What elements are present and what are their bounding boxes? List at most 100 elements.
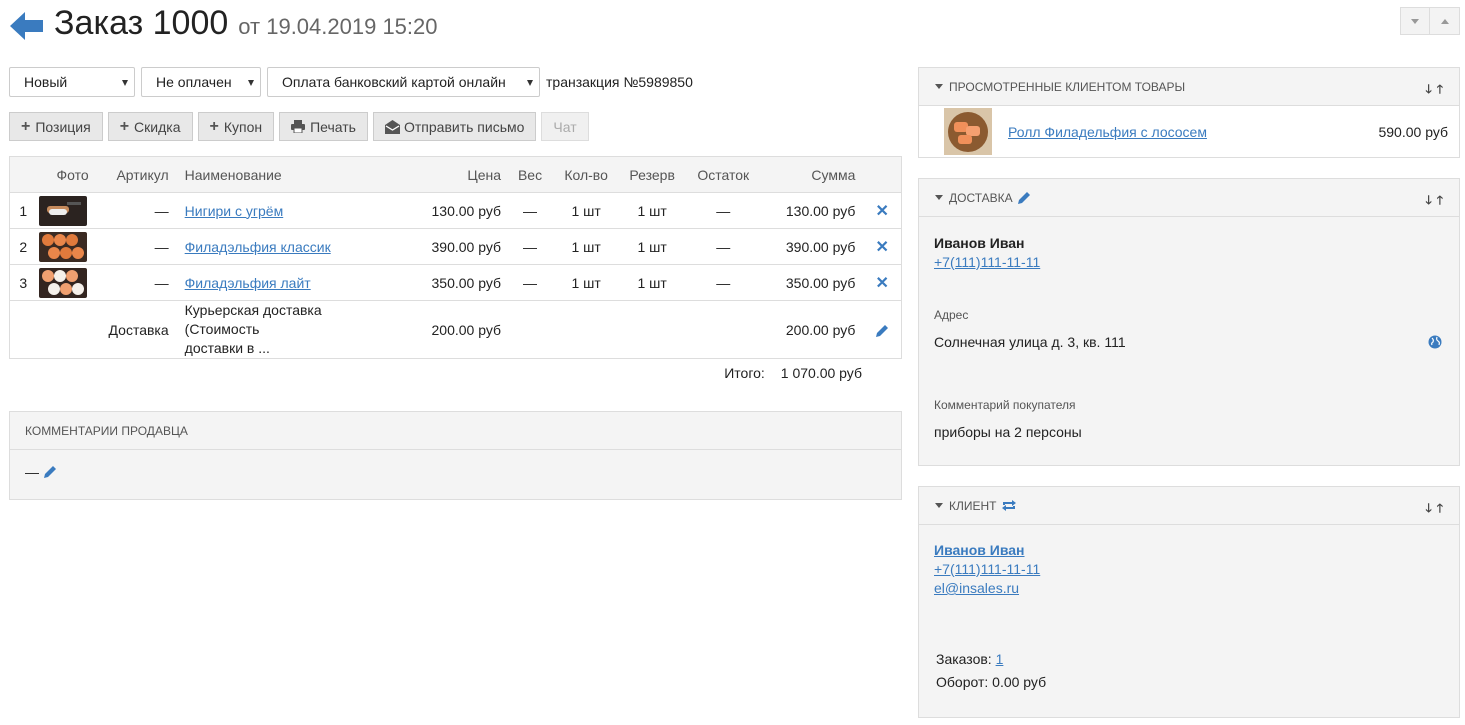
collapse-up-button[interactable] [1430,7,1460,35]
table-row: 2 — Филадэльфия классик 390.00 руб — 1 ш… [9,228,902,265]
header-nav-buttons [1400,7,1460,35]
add-coupon-button[interactable]: + Купон [197,112,275,141]
caret-down-icon [935,503,943,508]
panel-header[interactable]: Клиент 🡓 🡑 [919,487,1459,525]
total-value: 1 070.00 руб [780,365,862,381]
close-icon[interactable]: ✕ [875,203,888,220]
arrow-left-icon[interactable] [10,11,44,41]
product-photo [38,231,87,262]
total-label: Итого: [724,365,765,381]
column-name: Наименование [176,156,377,193]
product-photo [944,108,992,155]
chevron-down-icon [1411,18,1419,24]
delivery-label: Доставка [36,300,177,359]
transaction-number: транзакция №5989850 [546,74,693,90]
status-select[interactable]: Новый [9,67,135,97]
chevron-up-icon [1440,18,1449,24]
seller-comments-title: Комментарии продавца [10,412,901,450]
chat-button[interactable]: Чат [541,112,589,141]
print-button[interactable]: Печать [279,112,368,141]
payment-status-select[interactable]: Не оплачен [141,67,261,97]
arrow-down-icon[interactable]: 🡓 [1426,191,1432,212]
turnover-value: 0.00 руб [992,674,1047,690]
pencil-icon[interactable] [43,465,57,479]
viewed-product-price: 590.00 руб [1378,123,1448,140]
envelope-icon [384,119,400,134]
seller-comments-panel: Комментарии продавца — [9,411,902,500]
column-price: Цена [376,156,510,193]
orders-count-link[interactable]: 1 [996,651,1004,667]
client-phone-link[interactable]: +7(111)111-11-11 [934,560,1443,579]
delivery-panel: Доставка 🡓 🡑 Иванов Иван +7(111)111-11-11… [918,178,1460,466]
printer-icon [291,120,306,133]
address-value: Солнечная улица д. 3, кв. 111 [934,334,1126,350]
order-date: от 19.04.2019 15:20 [238,14,438,39]
order-status-row: Новый Не оплачен Оплата банковский карто… [9,67,693,97]
page-title: Заказ 1000 [54,4,229,42]
product-link[interactable]: Филадэльфия лайт [185,275,311,291]
caret-down-icon [248,80,254,86]
column-reserve: Резерв [621,156,684,193]
orders-label: Заказов: [936,651,992,667]
delivery-panel-title: Доставка [949,190,1013,205]
order-total: Итого: 1 070.00 руб [600,365,862,381]
page-header: Заказ 1000 от 19.04.2019 15:20 [10,4,438,48]
caret-down-icon [935,195,943,200]
column-stock: Остаток [683,156,764,193]
viewed-products-panel: Просмотренные клиентом товары 🡓 🡑 Ролл Фи… [918,67,1460,158]
pencil-icon[interactable] [1017,191,1031,205]
close-icon[interactable]: ✕ [875,239,888,256]
turnover-label: Оборот: [936,674,989,690]
table-row: 3 — Филадэльфия лайт 350.00 руб — 1 шт 1… [9,264,902,301]
caret-down-icon [527,80,533,86]
column-weight: Вес [509,156,552,193]
viewed-product-link[interactable]: Ролл Филадельфия с лососем [1008,124,1207,140]
collapse-down-button[interactable] [1400,7,1430,35]
customer-comment-label: Комментарий покупателя [934,398,1076,412]
arrow-up-icon[interactable]: 🡑 [1437,499,1443,520]
plus-icon: + [21,117,31,135]
panel-header[interactable]: Доставка 🡓 🡑 [919,179,1459,217]
delivery-name-line1: Курьерская доставка (Стоимость [184,302,322,337]
add-discount-button[interactable]: + Скидка [107,112,193,141]
product-link[interactable]: Филадэльфия классик [185,239,331,255]
delivery-row: Доставка Курьерская доставка (Стоимость … [9,300,902,359]
plus-icon: + [209,117,219,135]
payment-method-select[interactable]: Оплата банковский картой онлайн [267,67,540,97]
delivery-name-line2: доставки в ... [184,340,270,356]
column-sum: Сумма [763,156,864,193]
add-position-button[interactable]: + Позиция [9,112,103,141]
qty-value[interactable]: 1 шт [551,192,622,229]
pencil-icon[interactable] [875,324,889,338]
arrow-down-icon[interactable]: 🡓 [1426,80,1432,101]
table-row: 1 — Нигири с угрём 130.00 руб — 1 шт 1 ш… [9,192,902,229]
globe-icon[interactable] [1428,335,1442,349]
client-name-link[interactable]: Иванов Иван [934,541,1443,560]
refresh-icon[interactable] [1001,499,1017,512]
customer-comment-value: приборы на 2 персоны [934,424,1082,440]
order-items-table: Фото Артикул Наименование Цена Вес Кол-в… [9,156,902,359]
table-header-row: Фото Артикул Наименование Цена Вес Кол-в… [9,156,902,193]
arrow-up-icon[interactable]: 🡑 [1437,191,1443,212]
seller-comments-value: — [25,464,39,480]
column-photo: Фото [36,156,109,193]
qty-value[interactable]: 1 шт [551,228,622,265]
viewed-panel-title: Просмотренные клиентом товары [949,79,1186,94]
order-actions: + Позиция + Скидка + Купон Печать Отправить… [9,112,594,141]
caret-down-icon [122,80,128,86]
qty-value[interactable]: 1 шт [551,264,622,301]
column-qty: Кол-во [551,156,622,193]
send-letter-button[interactable]: Отправить письмо [372,112,537,141]
panel-header[interactable]: Просмотренные клиентом товары 🡓 🡑 [919,68,1459,106]
arrow-up-icon[interactable]: 🡑 [1437,80,1443,101]
product-photo [38,267,87,298]
product-link[interactable]: Нигири с угрём [185,203,284,219]
caret-down-icon [935,84,943,89]
delivery-recipient-name: Иванов Иван [934,235,1025,251]
delivery-phone-link[interactable]: +7(111)111-11-11 [934,253,1443,272]
plus-icon: + [119,117,130,135]
arrow-down-icon[interactable]: 🡓 [1426,499,1432,520]
close-icon[interactable]: ✕ [875,275,888,292]
address-label: Адрес [934,308,969,322]
client-email-link[interactable]: el@insales.ru [934,579,1443,598]
